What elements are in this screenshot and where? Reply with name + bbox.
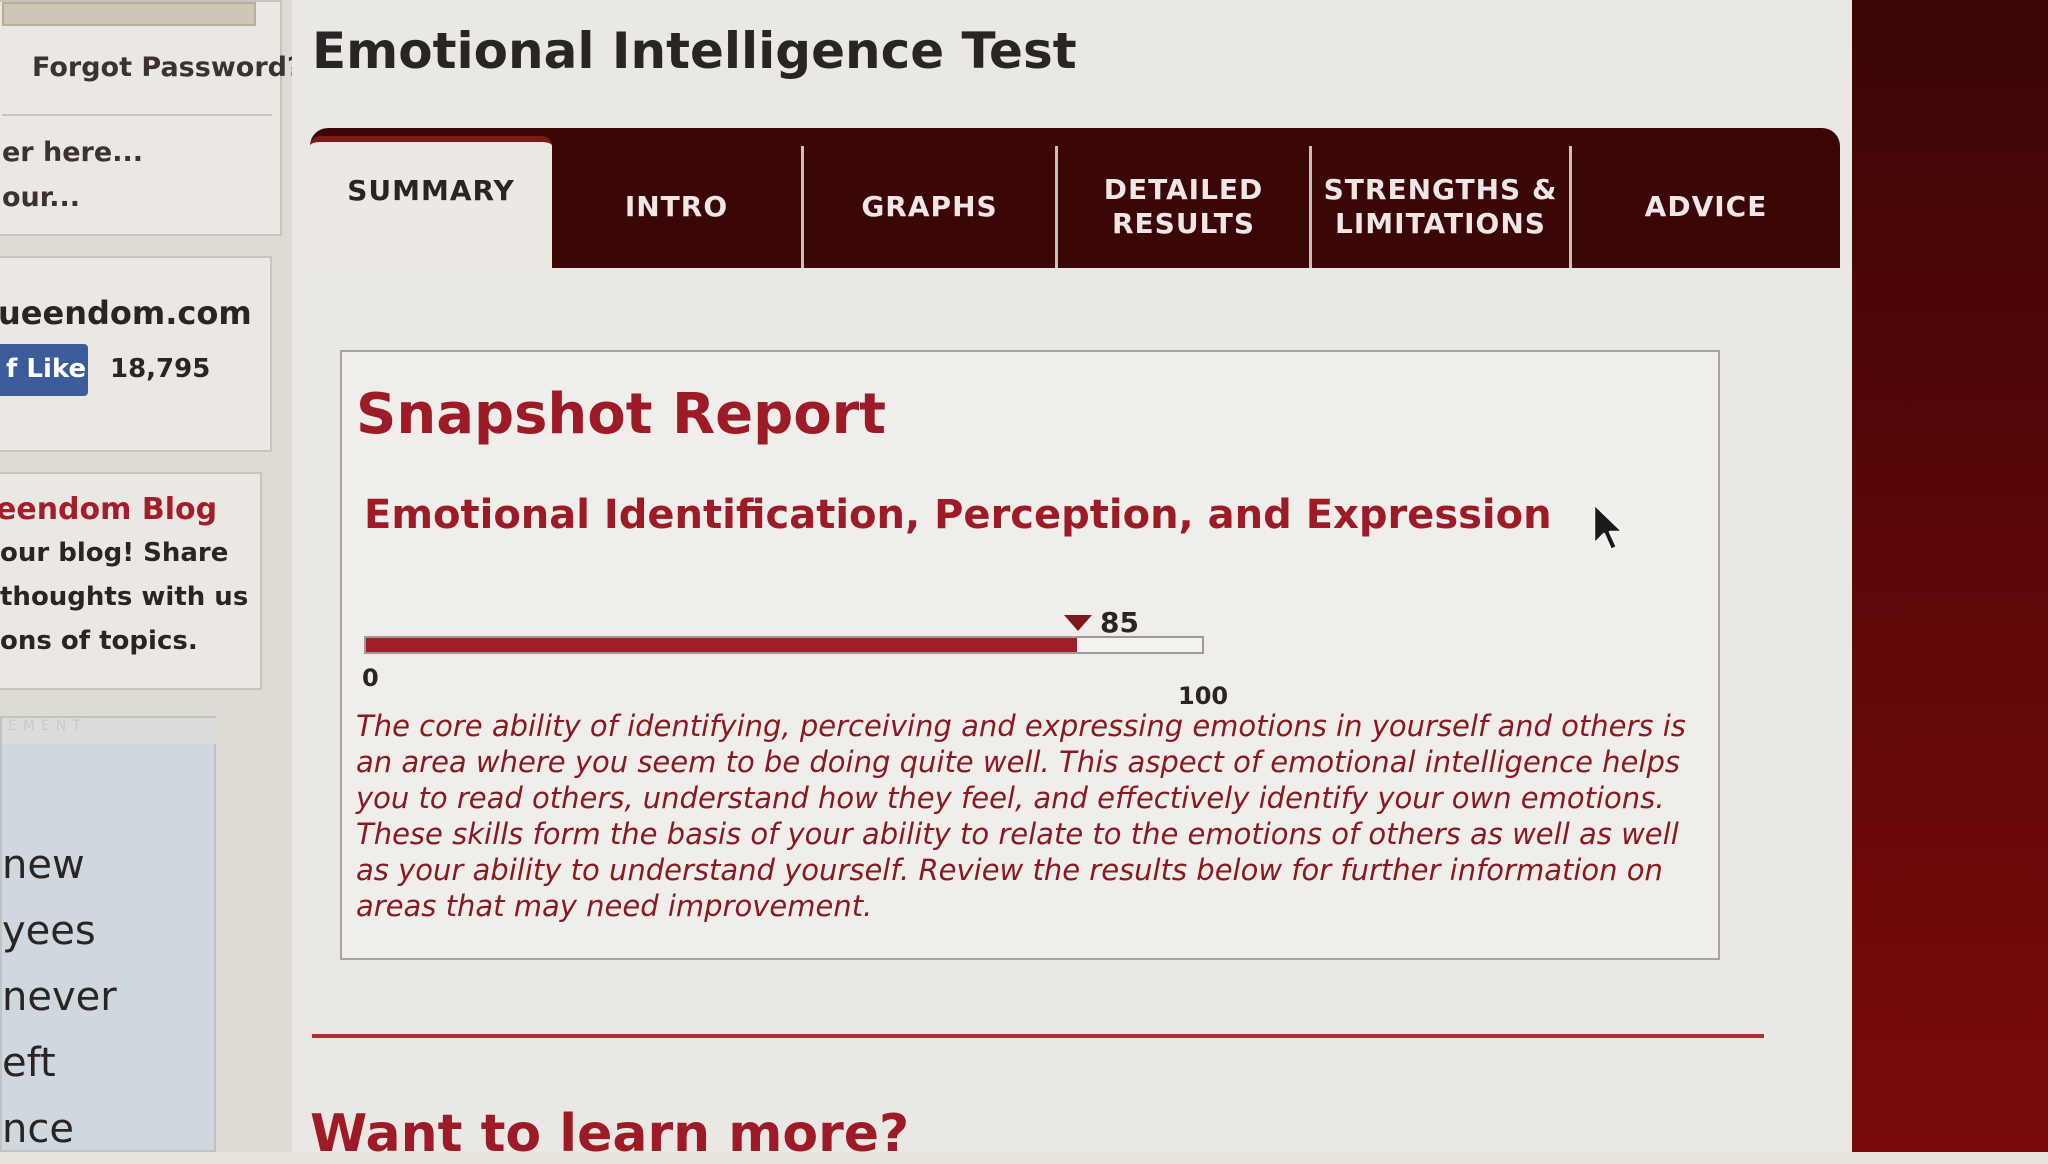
ad-text-line: nce (2, 1106, 74, 1152)
scale-max-label: 100 (1178, 682, 1229, 710)
ad-text-line: never (2, 974, 117, 1020)
tab-detailed-results[interactable]: DETAILED RESULTS (1058, 146, 1312, 268)
tab-label: SUMMARY (347, 174, 515, 207)
login-divider (2, 114, 272, 116)
advertisement-box[interactable]: EMENT new yees never eft nce (0, 716, 218, 1152)
scale-min-label: 0 (362, 664, 379, 692)
like-count: 18,795 (110, 354, 211, 384)
blog-box: eendom Blog our blog! Share thoughts wit… (0, 472, 262, 690)
forgot-password-link[interactable]: Forgot Password?... (32, 52, 333, 83)
section-divider (312, 1034, 1764, 1038)
tab-label: INTRO (624, 190, 729, 223)
tab-strengths-limitations[interactable]: STRENGTHS & LIMITATIONS (1312, 146, 1572, 268)
login-box: Forgot Password?... er here... our... (0, 0, 333, 236)
page-title: Emotional Intelligence Test (312, 21, 1077, 80)
blog-line: thoughts with us (0, 582, 249, 612)
tab-label: DETAILED RESULTS (1103, 173, 1264, 240)
tab-label: GRAPHS (861, 190, 998, 223)
report-description: The core ability of identifying, perceiv… (356, 709, 1686, 923)
tab-advice[interactable]: ADVICE (1572, 146, 1840, 268)
like-label: Like (26, 354, 87, 384)
mouse-pointer-icon (1592, 502, 1625, 552)
down-triangle-icon (1064, 614, 1092, 631)
tab-graphs[interactable]: GRAPHS (804, 146, 1058, 268)
section-title: Emotional Identification, Perception, an… (364, 492, 1552, 538)
facebook-icon: f (6, 354, 27, 384)
score-bar-fill (366, 638, 1077, 652)
score-marker: 85 (1064, 606, 1139, 639)
site-name: ueendom.com (0, 294, 252, 332)
ad-text-line: yees (2, 908, 96, 954)
your-account-link[interactable]: our... (2, 182, 80, 213)
social-box: ueendom.com f Like 18,795 (0, 256, 272, 452)
tab-label: STRENGTHS & LIMITATIONS (1323, 173, 1558, 240)
ad-text-line: eft (2, 1040, 56, 1086)
blog-title-link[interactable]: eendom Blog (0, 492, 217, 527)
screen-right-edge (1852, 0, 2048, 1152)
blog-line: our blog! Share (0, 538, 229, 568)
ad-text-line: new (2, 842, 85, 888)
snapshot-report-box: Snapshot Report Emotional Identification… (340, 350, 1720, 960)
report-title: Snapshot Report (356, 382, 887, 447)
results-tab-bar: SUMMARY INTRO GRAPHS DETAILED RESULTS ST… (310, 128, 1840, 268)
learn-more-heading: Want to learn more? (310, 1104, 910, 1164)
score-bar (364, 636, 1204, 654)
blog-line: ons of topics. (0, 626, 198, 656)
register-link[interactable]: er here... (2, 137, 143, 168)
tab-summary[interactable]: SUMMARY (310, 136, 552, 268)
main-panel: Emotional Intelligence Test SUMMARY INTR… (292, 0, 1852, 1164)
login-password-field[interactable] (2, 2, 256, 26)
tab-label: ADVICE (1644, 190, 1768, 223)
advertisement-header: EMENT (2, 718, 218, 744)
facebook-like-button[interactable]: f Like (0, 344, 88, 396)
score-value: 85 (1100, 606, 1139, 639)
left-sidebar: Forgot Password?... er here... our... ue… (0, 0, 333, 1152)
tab-intro[interactable]: INTRO (552, 146, 804, 268)
